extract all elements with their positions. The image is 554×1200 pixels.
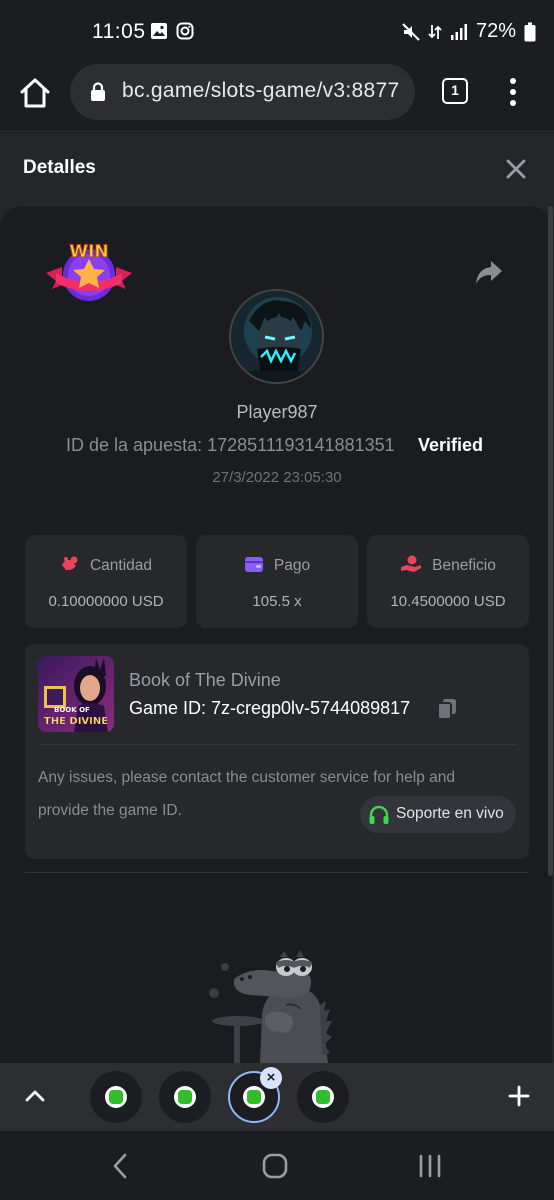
stat-amount: Cantidad 0.10000000 USD (25, 535, 187, 628)
avatar (229, 289, 324, 384)
win-badge-text: WIN (69, 242, 108, 262)
wallet-icon (244, 557, 263, 572)
bcgame-icon (174, 1086, 196, 1108)
divider (25, 872, 529, 873)
browser-toolbar: bc.game/slots-game/v3:8877 1 (0, 62, 554, 132)
more-menu-icon[interactable] (505, 77, 521, 107)
stat-value-profit: 10.4500000 USD (390, 593, 506, 610)
tab-favicon[interactable] (90, 1071, 142, 1123)
plus-icon[interactable] (508, 1085, 530, 1107)
stat-value-amount: 0.10000000 USD (48, 593, 164, 610)
mute-icon (402, 22, 420, 41)
player-name: Player987 (236, 402, 318, 422)
live-support-button[interactable]: Soporte en vivo (360, 796, 516, 833)
bet-datetime: 27/3/2022 23:05:30 (212, 469, 342, 486)
signal-icon (450, 23, 467, 40)
copy-icon[interactable] (437, 698, 457, 720)
address-bar[interactable]: bc.game/slots-game/v3:8877 (70, 64, 415, 120)
game-thumbnail-image: BOOK OF THE DIVINE (38, 656, 114, 732)
stat-label-payout: Pago (273, 557, 311, 574)
coins-icon (61, 556, 78, 571)
hand-coin-icon (401, 555, 422, 572)
live-support-label: Soporte en vivo (396, 805, 504, 822)
url-text: bc.game/slots-game/v3:8877 (122, 79, 400, 102)
thumb-caption-top: BOOK OF (54, 706, 90, 714)
share-icon[interactable] (474, 258, 504, 286)
tab-strip: × (0, 1063, 554, 1131)
status-bar: 11:05 72% (0, 0, 554, 62)
data-transfer-icon (428, 24, 442, 39)
stat-profit: Beneficio 10.4500000 USD (367, 535, 529, 628)
game-id: Game ID: 7z-cregp0lv-5744089817 (129, 698, 411, 718)
battery-icon (524, 22, 536, 41)
bcgame-icon (105, 1086, 127, 1108)
close-icon[interactable] (505, 158, 527, 180)
stat-label-amount: Cantidad (89, 557, 153, 574)
back-icon[interactable] (110, 1153, 130, 1179)
headset-icon (369, 805, 389, 824)
status-time: 11:05 (92, 20, 146, 43)
home-nav-icon[interactable] (262, 1153, 288, 1179)
lock-icon (91, 82, 105, 101)
recents-icon[interactable] (418, 1153, 442, 1179)
game-name[interactable]: Book of The Divine (129, 670, 281, 691)
battery-percentage: 72% (475, 20, 516, 42)
tab-switcher-button[interactable]: 1 (442, 78, 468, 104)
divider (38, 744, 516, 745)
tab-favicon[interactable] (159, 1071, 211, 1123)
game-thumbnail[interactable]: BOOK OF THE DIVINE (38, 656, 114, 732)
stat-payout: Pago 105.5 x (196, 535, 358, 628)
scrollbar[interactable] (548, 206, 553, 876)
bcgame-icon (312, 1086, 334, 1108)
tab-favicon[interactable] (297, 1071, 349, 1123)
system-nav-bar (0, 1131, 554, 1200)
thumb-caption-bottom: THE DIVINE (44, 716, 108, 727)
verified-link[interactable]: Verified (418, 435, 483, 456)
home-icon[interactable] (18, 76, 52, 110)
instagram-icon (176, 22, 194, 40)
panel-title: Detalles (23, 157, 96, 178)
mascot-illustration (209, 950, 332, 1063)
bet-id: ID de la apuesta: 1728511193141881351 (66, 435, 395, 455)
stat-value-payout: 105.5 x (252, 593, 302, 610)
win-badge-icon: WIN (46, 242, 132, 301)
bcgame-icon (243, 1086, 265, 1108)
close-tab-icon[interactable]: × (260, 1067, 282, 1089)
status-indicators: 72% (402, 20, 536, 43)
player-avatar-image (231, 291, 322, 382)
game-info-card: BOOK OF THE DIVINE Book of The Divine Ga… (25, 644, 529, 859)
chevron-up-icon[interactable] (24, 1087, 46, 1103)
stat-label-profit: Beneficio (432, 557, 496, 574)
gallery-icon (151, 23, 167, 39)
